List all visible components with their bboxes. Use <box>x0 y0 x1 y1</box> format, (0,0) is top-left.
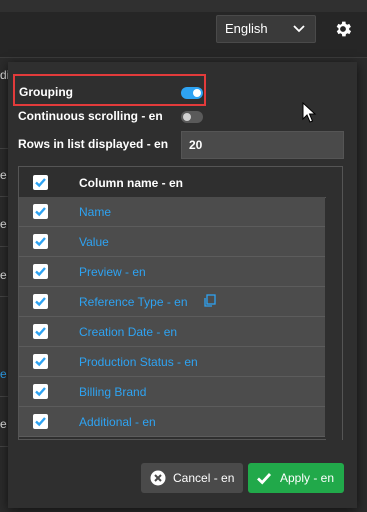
background-divider <box>0 196 8 197</box>
background-divider <box>0 296 8 297</box>
column-name[interactable]: Billing Brand <box>79 385 146 399</box>
background-fragment: e <box>0 417 7 431</box>
top-strip <box>0 0 367 12</box>
rows-displayed-input[interactable]: 20 <box>181 131 344 159</box>
close-circle-icon <box>150 470 166 486</box>
mouse-cursor-icon <box>302 102 317 123</box>
background-fragment: e <box>0 217 7 231</box>
cancel-label: Cancel - en <box>173 471 235 485</box>
table-row: Creation Date - en <box>19 317 325 347</box>
table-header: Column name - en <box>19 167 342 198</box>
cancel-button[interactable]: Cancel - en <box>141 463 243 493</box>
continuous-scrolling-label: Continuous scrolling - en <box>18 109 163 123</box>
check-icon <box>35 297 46 307</box>
top-divider <box>0 57 367 58</box>
top-bar: English <box>0 0 367 58</box>
rows-displayed-label: Rows in list displayed - en <box>18 137 169 151</box>
table-row: Additional - en <box>19 407 325 437</box>
column-name[interactable]: Value <box>79 235 109 249</box>
row-checkbox[interactable] <box>33 354 48 369</box>
apply-button[interactable]: Apply - en <box>248 463 344 493</box>
table-row: Billing Brand <box>19 377 325 407</box>
apply-label: Apply - en <box>280 471 335 485</box>
background-fragment: e <box>0 268 7 282</box>
check-icon <box>35 387 46 397</box>
table-scrollbar[interactable] <box>326 197 342 440</box>
language-select[interactable]: English <box>216 15 316 43</box>
column-name-header: Column name - en <box>79 176 184 190</box>
select-all-checkbox[interactable] <box>33 175 48 190</box>
background-divider <box>0 246 8 247</box>
column-name[interactable]: Name <box>79 205 111 219</box>
table-row: Production Status - en <box>19 347 325 377</box>
list-settings-panel: Grouping Continuous scrolling - en Rows … <box>8 62 357 508</box>
continuous-scrolling-toggle[interactable] <box>181 111 203 123</box>
column-table: Column name - en Name Value Preview - en… <box>18 166 343 440</box>
language-value: English <box>225 21 268 36</box>
row-checkbox[interactable] <box>33 264 48 279</box>
row-checkbox[interactable] <box>33 204 48 219</box>
row-checkbox[interactable] <box>33 384 48 399</box>
check-icon <box>35 327 46 337</box>
row-checkbox[interactable] <box>33 294 48 309</box>
table-row: Reference Type - en <box>19 287 325 317</box>
check-icon <box>35 267 46 277</box>
column-name[interactable]: Reference Type - en <box>79 295 188 309</box>
table-row: Name <box>19 197 325 227</box>
toggle-knob <box>193 89 201 97</box>
check-icon <box>35 207 46 217</box>
column-name[interactable]: Preview - en <box>79 265 146 279</box>
table-row: Preview - en <box>19 257 325 287</box>
table-body: Name Value Preview - en Reference Type -… <box>19 197 326 441</box>
check-icon <box>35 417 46 427</box>
gear-icon[interactable] <box>333 19 353 39</box>
copy-icon[interactable] <box>203 294 217 308</box>
check-icon <box>35 237 46 247</box>
grouping-toggle[interactable] <box>181 87 203 99</box>
background-fragment: di <box>0 68 10 82</box>
background-page <box>0 58 8 512</box>
chevron-down-icon <box>293 25 305 33</box>
row-checkbox[interactable] <box>33 234 48 249</box>
row-checkbox[interactable] <box>33 414 48 429</box>
column-name[interactable]: Additional - en <box>79 415 156 429</box>
toggle-knob <box>183 113 191 121</box>
row-checkbox[interactable] <box>33 324 48 339</box>
background-divider <box>0 148 8 149</box>
background-divider <box>0 446 8 447</box>
check-icon <box>257 473 272 485</box>
table-row: Value <box>19 227 325 257</box>
check-icon <box>35 178 46 188</box>
grouping-label: Grouping <box>19 85 73 99</box>
background-fragment: e <box>0 367 7 381</box>
column-name[interactable]: Creation Date - en <box>79 325 177 339</box>
check-icon <box>35 357 46 367</box>
column-name[interactable]: Production Status - en <box>79 355 198 369</box>
background-divider <box>0 396 8 397</box>
background-fragment: e <box>0 168 7 182</box>
